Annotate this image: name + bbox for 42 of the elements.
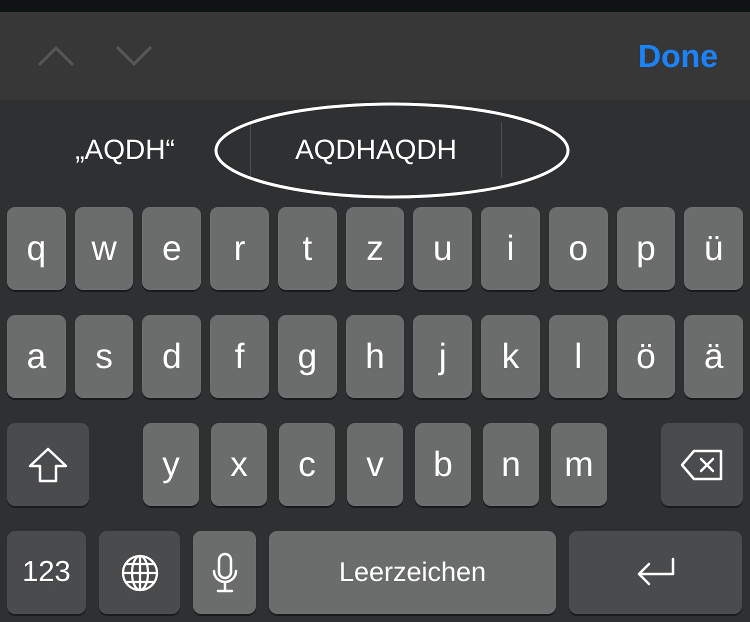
numbers-key[interactable]: 123 [7,531,86,614]
letter-key[interactable]: k [481,315,540,398]
letter-key[interactable]: m [551,423,607,506]
letter-key[interactable]: s [74,315,134,398]
letter-key[interactable]: y [143,423,199,506]
shift-key[interactable] [7,423,89,506]
letter-key[interactable]: r [210,207,269,290]
letter-key[interactable]: e [142,207,202,290]
letter-key[interactable]: d [142,315,202,398]
letter-key[interactable]: ü [684,207,744,290]
letter-key[interactable]: v [347,423,403,506]
letter-key[interactable]: w [74,207,134,290]
letter-key[interactable]: ä [684,315,744,398]
space-bar[interactable]: Leerzeichen [269,531,556,614]
letter-key[interactable]: p [616,207,676,290]
letter-key[interactable]: b [415,423,471,506]
dictation-key[interactable] [193,531,256,614]
letter-key[interactable]: z [346,207,404,290]
letter-key[interactable]: u [413,207,472,290]
letter-key[interactable]: n [483,423,539,506]
microphone-icon [210,552,238,594]
globe-key[interactable] [99,531,180,614]
letter-key[interactable]: o [548,207,608,290]
suggestion[interactable]: „AQDH“ [75,129,175,171]
letter-key[interactable]: x [211,423,267,506]
letter-key[interactable]: ö [616,315,676,398]
letter-key[interactable]: i [481,207,540,290]
suggestion[interactable]: AQDHAQDH [295,129,457,171]
letter-key[interactable]: c [279,423,335,506]
letter-key[interactable]: a [7,315,66,398]
letter-key[interactable]: h [346,315,404,398]
letter-key[interactable]: q [7,207,66,290]
letter-key[interactable]: t [278,207,337,290]
letter-key[interactable]: j [413,315,472,398]
done-button[interactable]: Done [638,32,718,80]
globe-icon [120,552,160,592]
delete-key[interactable] [661,423,743,506]
delete-icon [680,448,724,480]
letter-key[interactable]: g [278,315,337,398]
shift-icon [27,446,69,484]
letter-key[interactable]: f [210,315,269,398]
letter-key[interactable]: l [548,315,608,398]
